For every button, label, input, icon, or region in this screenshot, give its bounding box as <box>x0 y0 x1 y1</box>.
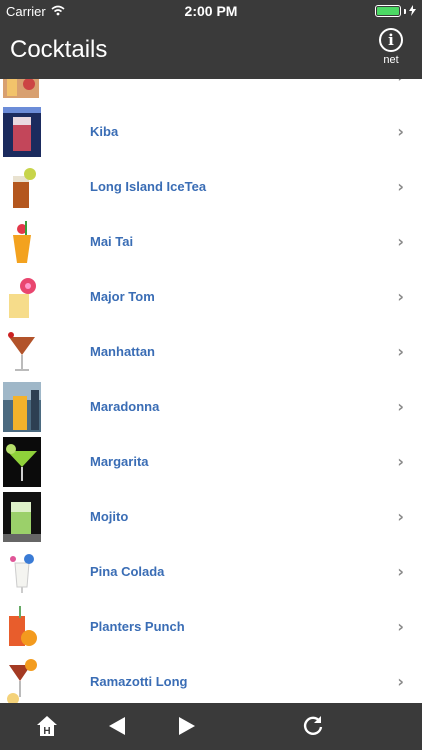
battery-icon <box>375 5 401 17</box>
battery-level <box>377 7 399 15</box>
back-button[interactable] <box>102 711 132 741</box>
chevron-right-icon: › <box>397 452 404 471</box>
list-item[interactable]: Major Tom › <box>0 269 422 324</box>
chevron-right-icon: › <box>397 232 404 251</box>
chevron-right-icon: › <box>397 617 404 636</box>
charging-bolt-icon <box>409 4 416 19</box>
list-item-label: Mojito <box>90 509 129 524</box>
forward-arrow-icon <box>179 717 195 735</box>
list-item-label: Ramazotti Long <box>90 674 188 689</box>
home-button[interactable]: H <box>32 711 62 741</box>
list-item[interactable]: Maradonna › <box>0 379 422 434</box>
forward-button[interactable] <box>172 711 202 741</box>
status-bar: Carrier 2:00 PM <box>0 0 422 22</box>
cocktail-list[interactable]: ›Kiba›Long Island IceTea›Mai Tai›Major T… <box>0 79 422 703</box>
list-item-label: Kiba <box>90 124 119 139</box>
home-icon: H <box>37 716 57 737</box>
reload-button[interactable] <box>298 711 328 741</box>
cocktail-thumbnail-icon <box>3 107 41 157</box>
cocktail-thumbnail-icon <box>3 217 41 267</box>
cocktail-thumbnail-icon <box>3 657 41 703</box>
chevron-right-icon: › <box>397 177 404 196</box>
chevron-right-icon: › <box>397 79 404 104</box>
info-button[interactable]: i net <box>374 28 408 74</box>
page-title: Cocktails <box>10 36 108 63</box>
wifi-icon <box>51 4 65 19</box>
cocktail-thumbnail-icon <box>3 162 41 212</box>
list-item[interactable]: Ramazotti Long › <box>0 654 422 703</box>
chevron-right-icon: › <box>397 122 404 141</box>
battery-tip <box>404 8 406 14</box>
list-item-label: Major Tom <box>90 289 155 304</box>
cocktail-thumbnail-icon <box>3 79 41 102</box>
cocktail-thumbnail-icon <box>3 272 41 322</box>
list-item-label: Pina Colada <box>90 564 165 579</box>
cocktail-thumbnail-icon <box>3 437 41 487</box>
list-item-label: Long Island IceTea <box>90 179 207 194</box>
list-item[interactable]: Long Island IceTea › <box>0 159 422 214</box>
list-item[interactable]: Kiba › <box>0 104 422 159</box>
list-item[interactable]: Planters Punch › <box>0 599 422 654</box>
bottom-toolbar: H <box>0 703 422 750</box>
list-item-label: Manhattan <box>90 344 155 359</box>
list-item[interactable]: Manhattan › <box>0 324 422 379</box>
chevron-right-icon: › <box>397 562 404 581</box>
chevron-right-icon: › <box>397 342 404 361</box>
list-item-label: Margarita <box>90 454 149 469</box>
home-icon-letter: H <box>43 726 50 737</box>
cocktail-thumbnail-icon <box>3 547 41 597</box>
reload-icon <box>303 716 323 735</box>
chevron-right-icon: › <box>397 672 404 691</box>
list-item-label: Mai Tai <box>90 234 134 249</box>
cocktail-thumbnail-icon <box>3 327 41 377</box>
info-icon: i <box>379 28 403 52</box>
chevron-right-icon: › <box>397 287 404 306</box>
list-item[interactable]: Mojito › <box>0 489 422 544</box>
list-item-label: Maradonna <box>90 399 160 414</box>
chevron-right-icon: › <box>397 507 404 526</box>
back-arrow-icon <box>109 717 125 735</box>
info-button-label: net <box>383 54 399 66</box>
cocktail-thumbnail-icon <box>3 492 41 542</box>
cocktail-thumbnail-icon <box>3 382 41 432</box>
status-time: 2:00 PM <box>184 3 238 19</box>
list-item[interactable]: › <box>0 79 422 104</box>
list-item-label: Planters Punch <box>90 619 185 634</box>
list-item[interactable]: Margarita › <box>0 434 422 489</box>
navigation-bar: Cocktails i net <box>0 22 422 79</box>
cocktail-thumbnail-icon <box>3 602 41 652</box>
list-item[interactable]: Pina Colada › <box>0 544 422 599</box>
chevron-right-icon: › <box>397 397 404 416</box>
list-item[interactable]: Mai Tai › <box>0 214 422 269</box>
carrier-label: Carrier <box>6 3 46 19</box>
